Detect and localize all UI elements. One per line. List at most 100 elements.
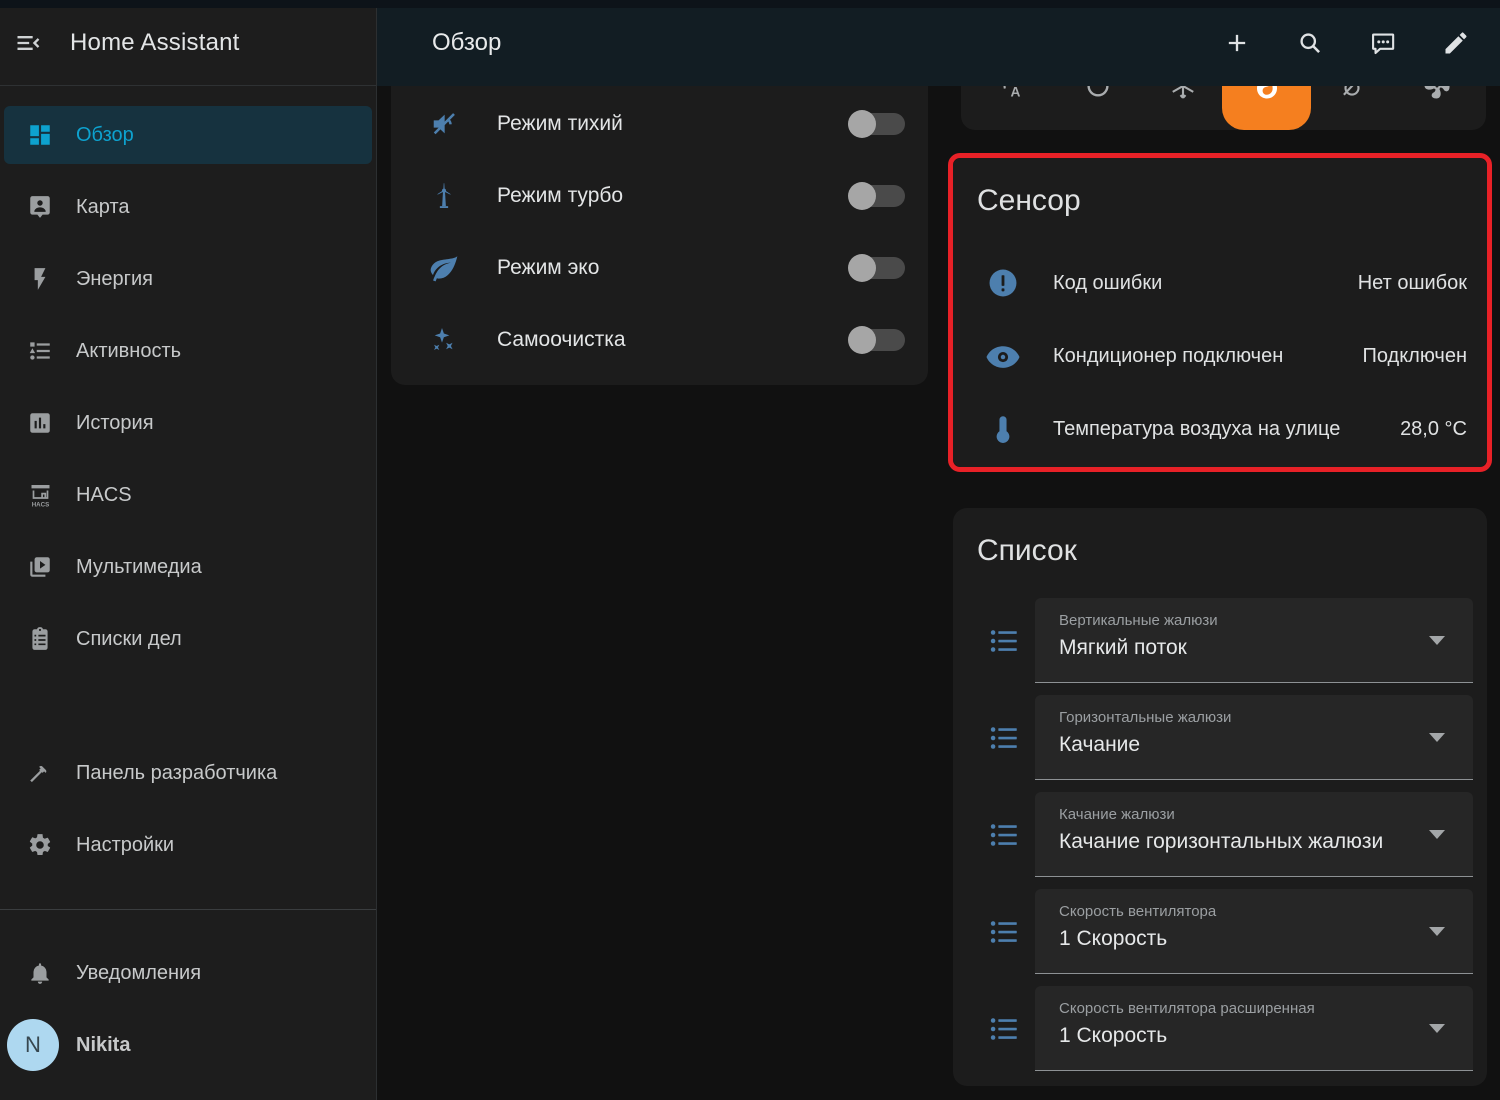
sensor-row-error-code[interactable]: Код ошибки Нет ошибок bbox=[953, 253, 1487, 313]
sensor-card-title: Сенсор bbox=[977, 184, 1081, 218]
list-bulleted-icon bbox=[980, 624, 1028, 658]
select-label: Скорость вентилятора bbox=[1059, 903, 1216, 920]
list-bulleted-icon bbox=[980, 818, 1028, 852]
sensor-name: Температура воздуха на улице bbox=[1053, 418, 1340, 441]
page-title: Обзор bbox=[432, 29, 501, 57]
sidebar-item-map[interactable]: Карта bbox=[4, 178, 372, 236]
leaf-icon bbox=[391, 252, 497, 284]
developer-hammer-icon bbox=[4, 760, 76, 786]
hvac-mode-card: A bbox=[961, 86, 1486, 130]
fire-icon[interactable] bbox=[1252, 86, 1282, 101]
select-field-fan-speed-extended[interactable]: Скорость вентилятора расширенная 1 Скоро… bbox=[1035, 986, 1473, 1071]
switch-label: Режим тихий bbox=[497, 112, 623, 136]
select-label: Качание жалюзи bbox=[1059, 806, 1175, 823]
sensor-value: Нет ошибок bbox=[1358, 272, 1487, 295]
snowflake-icon[interactable] bbox=[1168, 86, 1198, 101]
sidebar-item-label: История bbox=[76, 412, 154, 435]
select-value: Качание bbox=[1059, 733, 1421, 757]
toggle-eco-mode[interactable] bbox=[848, 254, 905, 282]
sidebar-item-settings[interactable]: Настройки bbox=[4, 816, 372, 874]
sidebar-item-label: Обзор bbox=[76, 124, 134, 147]
volume-off-icon bbox=[391, 108, 497, 140]
switches-card: Режим тихий Режим турбо Режим эко Самооч… bbox=[391, 86, 928, 385]
sidebar-item-hacs[interactable]: HACS HACS bbox=[4, 466, 372, 524]
fan-icon[interactable] bbox=[1422, 86, 1452, 101]
assist-chat-icon[interactable] bbox=[1369, 29, 1397, 57]
avatar-wrap: N bbox=[4, 1019, 76, 1071]
sidebar-item-label: Панель разработчика bbox=[76, 762, 277, 785]
sidebar-item-notifications[interactable]: Уведомления bbox=[4, 944, 372, 1002]
select-row-blind-swing: Качание жалюзи Качание горизонтальных жа… bbox=[953, 792, 1487, 877]
plus-icon[interactable] bbox=[1223, 29, 1251, 57]
hacs-store-icon: HACS bbox=[4, 481, 76, 509]
select-field-blind-swing[interactable]: Качание жалюзи Качание горизонтальных жа… bbox=[1035, 792, 1473, 877]
menu-open-icon[interactable] bbox=[0, 29, 56, 57]
switch-label: Самоочистка bbox=[497, 328, 626, 352]
search-icon[interactable] bbox=[1296, 29, 1324, 57]
sensor-row-ac-connected[interactable]: Кондиционер подключен Подключен bbox=[953, 326, 1487, 386]
switch-row-turbo: Режим турбо bbox=[391, 160, 928, 232]
sidebar-item-todo[interactable]: Списки дел bbox=[4, 610, 372, 668]
bell-icon bbox=[4, 960, 76, 986]
select-value: 1 Скорость bbox=[1059, 927, 1421, 951]
auto-mode-icon[interactable]: A bbox=[998, 86, 1028, 101]
chevron-down-icon bbox=[1429, 927, 1445, 936]
sidebar-item-label: Карта bbox=[76, 196, 130, 219]
switch-label: Режим турбо bbox=[497, 184, 623, 208]
dashboard-icon bbox=[4, 122, 76, 148]
select-label: Скорость вентилятора расширенная bbox=[1059, 1000, 1315, 1017]
select-row-vertical-blinds: Вертикальные жалюзи Мягкий поток bbox=[953, 598, 1487, 683]
sidebar-item-media[interactable]: Мультимедиа bbox=[4, 538, 372, 596]
sensor-value: 28,0 °C bbox=[1400, 418, 1487, 441]
energy-flash-icon bbox=[4, 266, 76, 292]
logbook-list-icon bbox=[4, 338, 76, 364]
sidebar-item-developer-tools[interactable]: Панель разработчика bbox=[4, 744, 372, 802]
toggle-turbo-mode[interactable] bbox=[848, 182, 905, 210]
sparkles-icon bbox=[391, 324, 497, 356]
media-play-icon bbox=[4, 554, 76, 580]
sidebar-item-label: Мультимедиа bbox=[76, 556, 202, 579]
select-field-vertical-blinds[interactable]: Вертикальные жалюзи Мягкий поток bbox=[1035, 598, 1473, 683]
sidebar-item-energy[interactable]: Энергия bbox=[4, 250, 372, 308]
window-top-strip bbox=[0, 0, 1500, 8]
chevron-down-icon bbox=[1429, 733, 1445, 742]
sidebar-header: Home Assistant bbox=[0, 0, 376, 86]
select-value: 1 Скорость bbox=[1059, 1024, 1421, 1048]
select-value: Мягкий поток bbox=[1059, 636, 1421, 660]
switch-row-quiet: Режим тихий bbox=[391, 88, 928, 160]
select-field-horizontal-blinds[interactable]: Горизонтальные жалюзи Качание bbox=[1035, 695, 1473, 780]
select-row-fan-speed-extended: Скорость вентилятора расширенная 1 Скоро… bbox=[953, 986, 1487, 1071]
header-actions bbox=[1223, 29, 1500, 57]
select-card-title: Список bbox=[977, 534, 1077, 568]
sidebar-item-logbook[interactable]: Активность bbox=[4, 322, 372, 380]
select-label: Вертикальные жалюзи bbox=[1059, 612, 1218, 629]
home-assistant-screen: Home Assistant Обзор Карта Энергия bbox=[0, 0, 1500, 1100]
switch-row-eco: Режим эко bbox=[391, 232, 928, 304]
toggle-self-clean[interactable] bbox=[848, 326, 905, 354]
list-bulleted-icon bbox=[980, 1012, 1028, 1046]
select-card: Список Вертикальные жалюзи Мягкий поток … bbox=[953, 508, 1487, 1086]
list-bulleted-icon bbox=[980, 915, 1028, 949]
sidebar-item-user[interactable]: N Nikita bbox=[4, 1016, 372, 1074]
toggle-quiet-mode[interactable] bbox=[848, 110, 905, 138]
sensor-name: Кондиционер подключен bbox=[1053, 345, 1283, 368]
map-person-icon bbox=[4, 194, 76, 220]
select-row-fan-speed: Скорость вентилятора 1 Скорость bbox=[953, 889, 1487, 974]
sensor-row-outdoor-temp[interactable]: Температура воздуха на улице 28,0 °C bbox=[953, 399, 1487, 459]
edit-pencil-icon[interactable] bbox=[1442, 29, 1470, 57]
app-title: Home Assistant bbox=[70, 29, 240, 57]
sidebar-divider bbox=[0, 909, 376, 910]
svg-text:HACS: HACS bbox=[31, 502, 49, 509]
chevron-down-icon bbox=[1429, 1024, 1445, 1033]
power-icon[interactable] bbox=[1083, 86, 1113, 101]
select-field-fan-speed[interactable]: Скорость вентилятора 1 Скорость bbox=[1035, 889, 1473, 974]
sidebar-item-overview[interactable]: Обзор bbox=[4, 106, 372, 164]
thermometer-icon bbox=[953, 412, 1053, 446]
list-bulleted-icon bbox=[980, 721, 1028, 755]
dry-icon[interactable] bbox=[1337, 86, 1367, 101]
sidebar-item-label: HACS bbox=[76, 484, 132, 507]
sidebar-item-history[interactable]: История bbox=[4, 394, 372, 452]
chevron-down-icon bbox=[1429, 636, 1445, 645]
settings-gear-icon bbox=[4, 832, 76, 858]
sensor-name: Код ошибки bbox=[1053, 272, 1162, 295]
